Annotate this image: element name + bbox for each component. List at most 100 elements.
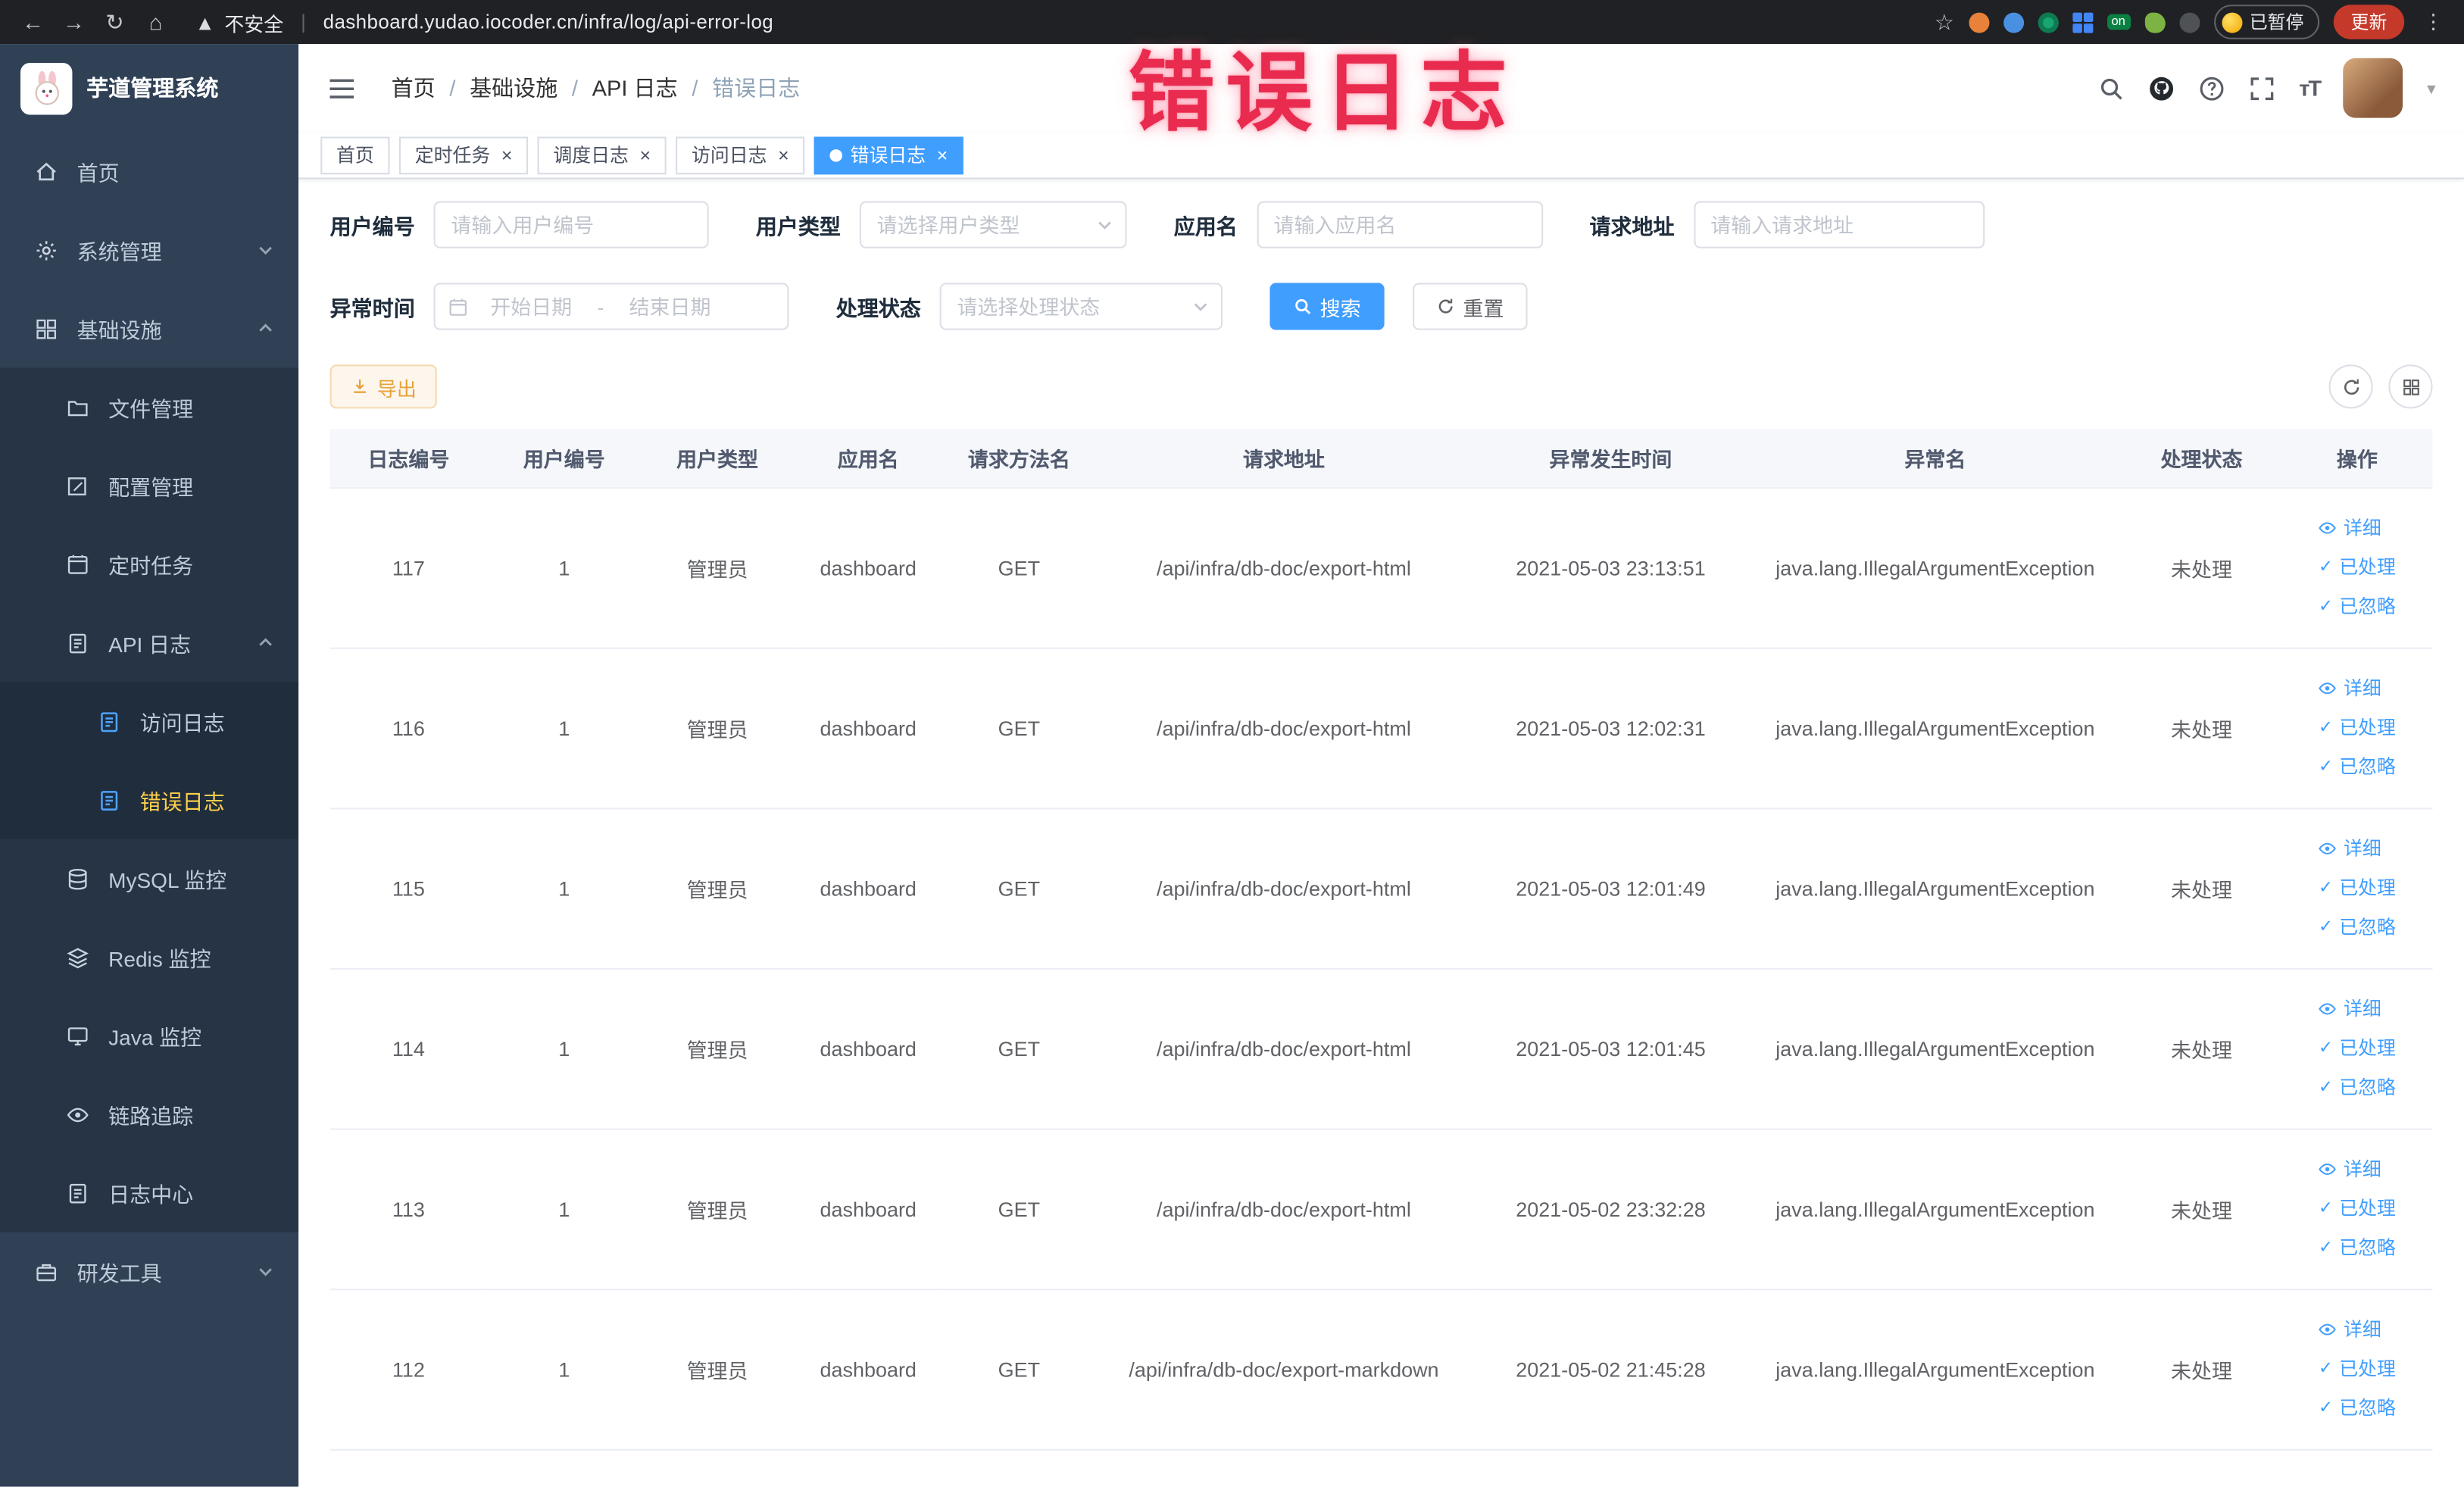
- close-icon[interactable]: ×: [778, 144, 789, 166]
- breadcrumb-api-log[interactable]: API 日志: [592, 72, 678, 103]
- home-icon[interactable]: ⌂: [139, 9, 173, 34]
- user-id-input[interactable]: [433, 201, 709, 248]
- tab-scheduled-jobs[interactable]: 定时任务 ×: [398, 136, 529, 174]
- column-header[interactable]: 日志编号: [329, 429, 488, 489]
- sidebar-item-log-center[interactable]: 日志中心: [0, 1153, 299, 1232]
- sidebar-item-infra[interactable]: 基础设施: [0, 289, 298, 368]
- close-icon[interactable]: ×: [640, 144, 651, 166]
- sidebar-item-error-log[interactable]: 错误日志: [0, 761, 299, 839]
- sidebar-item-file-manage[interactable]: 文件管理: [0, 367, 299, 447]
- extension-blue-drop-icon[interactable]: [2003, 11, 2024, 33]
- extension-on-badge[interactable]: on: [2106, 14, 2131, 30]
- paused-button[interactable]: 已暂停: [2213, 5, 2320, 39]
- search-icon[interactable]: [2098, 75, 2125, 102]
- active-tab-dot: [829, 148, 843, 161]
- reload-icon[interactable]: ↻: [98, 8, 133, 35]
- sidebar-item-scheduled-jobs[interactable]: 定时任务: [0, 524, 299, 604]
- search-button[interactable]: 搜索: [1269, 283, 1385, 330]
- app-name-input[interactable]: [1256, 201, 1543, 248]
- address-bar[interactable]: ▲ 不安全 | dashboard.yudao.iocoder.cn/infra…: [195, 7, 1928, 36]
- forward-icon[interactable]: →: [57, 9, 92, 34]
- hamburger-icon[interactable]: [327, 73, 357, 102]
- column-header[interactable]: 异常发生时间: [1472, 429, 1750, 489]
- mark-processed-link[interactable]: ✓ 已处理: [2319, 868, 2396, 908]
- process-status-select[interactable]: [939, 283, 1223, 330]
- column-header[interactable]: 请求地址: [1095, 429, 1472, 489]
- mark-processed-link[interactable]: ✓ 已处理: [2319, 708, 2396, 748]
- column-header[interactable]: 操作: [2281, 429, 2433, 489]
- column-header[interactable]: 请求方法名: [942, 429, 1096, 489]
- mark-ignored-link[interactable]: ✓ 已忽略: [2319, 1228, 2396, 1267]
- extension-leaf-icon[interactable]: [2144, 11, 2165, 33]
- mark-processed-link[interactable]: ✓ 已处理: [2319, 1189, 2396, 1228]
- column-header[interactable]: 异常名: [1749, 429, 2122, 489]
- export-button[interactable]: 导出: [329, 364, 437, 409]
- breadcrumb-home[interactable]: 首页: [392, 72, 436, 103]
- security-warning-icon[interactable]: ▲: [195, 10, 215, 33]
- user-type-select[interactable]: [859, 201, 1127, 248]
- close-icon[interactable]: ×: [937, 144, 948, 166]
- column-header[interactable]: 用户类型: [641, 429, 794, 489]
- mark-ignored-link[interactable]: ✓ 已忽略: [2319, 747, 2396, 786]
- mark-ignored-link[interactable]: ✓ 已忽略: [2319, 1389, 2396, 1428]
- url-text[interactable]: dashboard.yudao.iocoder.cn/infra/log/api…: [323, 11, 774, 33]
- font-size-icon[interactable]: тT: [2299, 76, 2322, 101]
- mark-processed-link[interactable]: ✓ 已处理: [2319, 548, 2396, 587]
- sidebar-item-api-logs[interactable]: API 日志: [0, 603, 299, 683]
- detail-link[interactable]: 详细: [2319, 829, 2396, 868]
- bookmark-star-icon[interactable]: ☆: [1935, 8, 1954, 35]
- extension-grid-icon[interactable]: [2072, 11, 2093, 33]
- detail-link[interactable]: 详细: [2319, 669, 2396, 708]
- mark-ignored-link[interactable]: ✓ 已忽略: [2319, 1068, 2396, 1107]
- request-url-input[interactable]: [1693, 201, 1985, 248]
- sidebar-item-system[interactable]: 系统管理: [0, 211, 298, 289]
- avatar[interactable]: [2344, 58, 2404, 118]
- extension-orange-icon[interactable]: [1968, 11, 1989, 33]
- browser-menu-icon[interactable]: ⋮: [2419, 9, 2448, 34]
- column-settings-button[interactable]: [2388, 364, 2433, 409]
- sidebar-item-redis-monitor[interactable]: Redis 监控: [0, 917, 299, 997]
- mark-ignored-link[interactable]: ✓ 已忽略: [2319, 587, 2396, 626]
- fullscreen-icon[interactable]: [2249, 75, 2275, 102]
- column-header[interactable]: 应用名: [793, 429, 943, 489]
- cell-request-url: /api/infra/db-doc/export-html: [1095, 647, 1472, 809]
- update-button[interactable]: 更新: [2333, 5, 2405, 39]
- tab-home[interactable]: 首页: [320, 136, 390, 174]
- reset-button[interactable]: 重置: [1413, 283, 1528, 330]
- end-date-input[interactable]: [613, 294, 727, 319]
- extension-paw-icon[interactable]: [2178, 11, 2200, 33]
- sidebar-item-config-manage[interactable]: 配置管理: [0, 446, 299, 525]
- extension-green-circle-icon[interactable]: [2037, 11, 2058, 33]
- avatar-caret-icon[interactable]: ▾: [2427, 78, 2435, 98]
- start-date-input[interactable]: [474, 294, 588, 319]
- date-range-picker[interactable]: -: [433, 283, 789, 330]
- filter-process-status: 处理状态: [836, 283, 1223, 330]
- help-icon[interactable]: [2198, 75, 2225, 102]
- sidebar-item-java-monitor[interactable]: Java 监控: [0, 996, 299, 1076]
- detail-link[interactable]: 详细: [2319, 989, 2396, 1029]
- tab-access-log[interactable]: 访问日志 ×: [676, 136, 805, 174]
- detail-link[interactable]: 详细: [2319, 508, 2396, 548]
- sidebar-item-tracing[interactable]: 链路追踪: [0, 1075, 299, 1154]
- breadcrumb-separator: /: [449, 75, 456, 101]
- close-icon[interactable]: ×: [501, 144, 513, 166]
- sidebar-item-mysql-monitor[interactable]: MySQL 监控: [0, 839, 299, 918]
- detail-link[interactable]: 详细: [2319, 1310, 2396, 1349]
- back-icon[interactable]: ←: [16, 9, 51, 34]
- sidebar-item-access-log[interactable]: 访问日志: [0, 682, 299, 761]
- breadcrumb-infra[interactable]: 基础设施: [470, 72, 557, 103]
- mark-processed-link[interactable]: ✓ 已处理: [2319, 1029, 2396, 1068]
- tab-error-log[interactable]: 错误日志 ×: [814, 136, 964, 174]
- github-icon[interactable]: [2148, 75, 2175, 102]
- column-header[interactable]: 用户编号: [487, 429, 642, 489]
- sidebar-item-home[interactable]: 首页: [0, 132, 298, 211]
- cell-method: GET: [942, 487, 1096, 648]
- mark-processed-link[interactable]: ✓ 已处理: [2319, 1349, 2396, 1389]
- detail-link[interactable]: 详细: [2319, 1150, 2396, 1189]
- mark-ignored-link[interactable]: ✓ 已忽略: [2319, 908, 2396, 947]
- tab-schedule-log[interactable]: 调度日志 ×: [537, 136, 667, 174]
- refresh-table-button[interactable]: [2328, 364, 2373, 409]
- sidebar-item-dev-tools[interactable]: 研发工具: [0, 1232, 298, 1311]
- eye-icon: [2319, 1323, 2337, 1335]
- column-header[interactable]: 处理状态: [2121, 429, 2282, 489]
